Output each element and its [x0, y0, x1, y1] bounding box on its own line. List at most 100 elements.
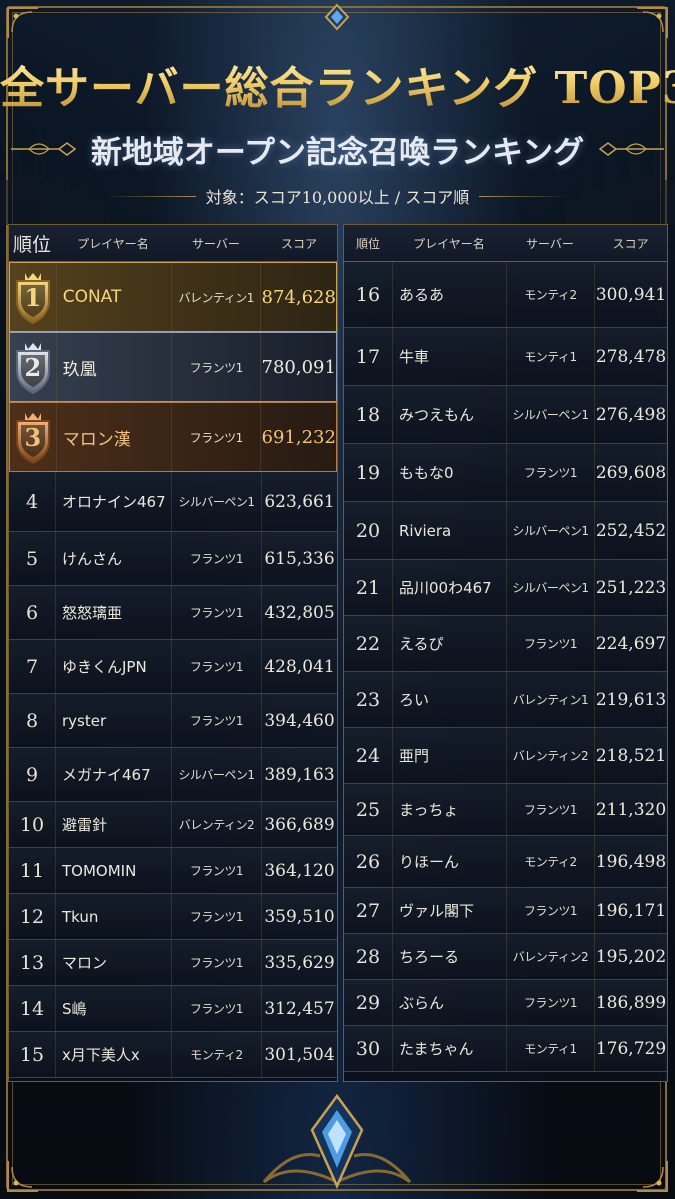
server-name: モンティ1 — [506, 1026, 594, 1071]
player-name: 怒怒璃亜 — [55, 586, 171, 639]
gold-medal-icon: 1 — [11, 269, 55, 325]
rank-cell: 21 — [355, 576, 381, 599]
header-server: サーバー — [526, 236, 574, 251]
score-value: 623,661 — [261, 472, 337, 531]
rank-cell: 27 — [355, 899, 381, 922]
server-name: フランツ1 — [506, 784, 594, 835]
score-value: 432,805 — [261, 586, 337, 639]
player-name: えるぴ — [392, 616, 506, 671]
player-name: あるあ — [392, 262, 506, 327]
score-value: 195,202 — [594, 934, 667, 979]
server-name: バレンティン1 — [506, 672, 594, 727]
server-name: シルバーペン1 — [171, 472, 261, 531]
player-name: 品川00わ467 — [392, 560, 506, 615]
ranking-row-22: 22 えるぴ フランツ1 224,697 — [344, 616, 667, 672]
player-name: S嶋 — [55, 986, 171, 1031]
player-name: TOMOMIN — [55, 848, 171, 893]
ranking-row-17: 17 牛車 モンティ1 278,478 — [344, 328, 667, 386]
player-name: メガナイ467 — [55, 748, 171, 801]
ranking-row-11: 11 TOMOMIN フランツ1 364,120 — [9, 848, 337, 894]
flourish-right-icon — [598, 142, 665, 156]
score-value: 278,478 — [594, 328, 667, 385]
rank-cell: 11 — [19, 859, 45, 882]
player-name: 牛車 — [392, 328, 506, 385]
rank-cell: 28 — [355, 945, 381, 968]
score-value: 176,729 — [594, 1026, 667, 1071]
rank-cell: 12 — [19, 905, 45, 928]
rank-cell: 4 — [25, 490, 39, 513]
player-name: ヴァル閣下 — [392, 888, 506, 933]
ranking-row-12: 12 Tkun フランツ1 359,510 — [9, 894, 337, 940]
server-name: フランツ1 — [506, 888, 594, 933]
score-value: 218,521 — [594, 728, 667, 783]
player-name: ろい — [392, 672, 506, 727]
rank-cell: 5 — [25, 547, 39, 570]
score-value: 359,510 — [261, 894, 337, 939]
silver-medal-icon: 2 — [11, 339, 55, 395]
score-value: 389,163 — [261, 748, 337, 801]
ranking-row-10: 10 避雷針 バレンティン2 366,689 — [9, 802, 337, 848]
rank-cell: 18 — [355, 403, 381, 426]
server-name: フランツ1 — [171, 694, 261, 747]
player-name: マロン — [55, 940, 171, 985]
subtitle-row: 新地域オープン記念召喚ランキング — [0, 124, 675, 174]
ranking-row-7: 7 ゆきくんJPN フランツ1 428,041 — [9, 640, 337, 694]
rank-cell: 1 — [10, 263, 56, 331]
server-name: フランツ1 — [506, 616, 594, 671]
server-name: シルバーペン1 — [506, 560, 594, 615]
server-name: バレンティン2 — [506, 934, 594, 979]
rank-cell: 14 — [19, 997, 45, 1020]
score-value: 251,223 — [594, 560, 667, 615]
player-name: まっちょ — [392, 784, 506, 835]
divider — [479, 195, 570, 197]
server-name: フランツ1 — [171, 848, 261, 893]
server-name: フランツ1 — [171, 403, 260, 471]
rank-number: 1 — [24, 283, 42, 312]
criteria-row: 対象：スコア10,000以上 / スコア順 — [0, 182, 675, 210]
server-name: フランツ1 — [171, 532, 261, 585]
rank-number: 2 — [24, 353, 42, 382]
ranking-row-9: 9 メガナイ467 シルバーペン1 389,163 — [9, 748, 337, 802]
score-value: 335,629 — [261, 940, 337, 985]
ranking-row-30: 30 たまちゃん モンティ1 176,729 — [344, 1026, 667, 1072]
player-name: CONAT — [55, 263, 171, 331]
ranking-row-24: 24 亜門 バレンティン2 218,521 — [344, 728, 667, 784]
server-name: フランツ1 — [171, 640, 261, 693]
rank-cell: 22 — [355, 632, 381, 655]
rank-cell: 19 — [355, 461, 381, 484]
ranking-row-19: 19 ももな0 フランツ1 269,608 — [344, 444, 667, 502]
rank-cell: 26 — [355, 850, 381, 873]
ranking-row-23: 23 ろい バレンティン1 219,613 — [344, 672, 667, 728]
rank-cell: 10 — [19, 813, 45, 836]
ranking-row-5: 5 けんさん フランツ1 615,336 — [9, 532, 337, 586]
score-value: 394,460 — [261, 694, 337, 747]
score-value: 301,504 — [261, 1032, 337, 1077]
player-name: けんさん — [55, 532, 171, 585]
score-value: 211,320 — [594, 784, 667, 835]
server-name: フランツ1 — [171, 586, 261, 639]
player-name: Tkun — [55, 894, 171, 939]
player-name: ぶらん — [392, 980, 506, 1025]
player-name: ももな0 — [392, 444, 506, 501]
ranking-row-15: 15 x月下美人x モンティ2 301,504 — [9, 1032, 337, 1078]
rank-cell: 23 — [355, 688, 381, 711]
score-value: 364,120 — [261, 848, 337, 893]
player-name: ryster — [55, 694, 171, 747]
player-name: マロン漢 — [55, 403, 171, 471]
player-name: Riviera — [392, 502, 506, 559]
rank-cell: 15 — [19, 1043, 45, 1066]
server-name: フランツ1 — [171, 333, 260, 401]
server-name: バレンティン1 — [171, 263, 260, 331]
table-body: 16 あるあ モンティ2 300,941 17 牛車 モンティ1 278,478 18 みつえもん… — [344, 262, 667, 1072]
server-name: フランツ1 — [506, 444, 594, 501]
ranking-row-20: 20 Riviera シルバーペン1 252,452 — [344, 502, 667, 560]
rank-cell: 3 — [10, 403, 56, 471]
rank-cell: 24 — [355, 744, 381, 767]
ranking-page: 全サーバー総合ランキング TOP30 新地域オープン記念召喚ランキング 対象：ス… — [0, 0, 675, 1199]
header-server: サーバー — [192, 236, 240, 251]
server-name: シルバーペン1 — [171, 748, 261, 801]
server-name: モンティ1 — [506, 328, 594, 385]
server-name: シルバーペン1 — [506, 502, 594, 559]
rank-cell: 16 — [355, 283, 381, 306]
corner-ornament-icon — [6, 6, 40, 40]
